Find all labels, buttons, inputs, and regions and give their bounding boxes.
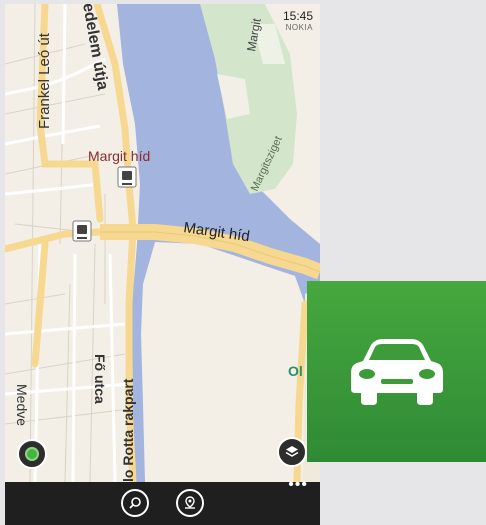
- car-icon: [350, 338, 443, 405]
- map-layers-button[interactable]: [277, 437, 307, 467]
- tram-stop-icon[interactable]: [72, 220, 92, 242]
- drive-app-tile[interactable]: [307, 281, 486, 462]
- station-label-margit-hid: Margit híd: [88, 148, 150, 164]
- places-button[interactable]: [176, 489, 204, 517]
- street-label-medve: Medve: [14, 384, 30, 426]
- location-pin-icon: [185, 496, 195, 509]
- phone-screen: Frankel Leó út edelem útja Margit híd Ma…: [5, 4, 320, 525]
- app-bar: •••: [5, 477, 320, 525]
- street-label-fo-utca: Fő utca: [92, 354, 108, 404]
- location-dot-icon: [25, 447, 39, 461]
- status-bar: 15:45 NOKIA: [283, 10, 313, 32]
- poi-label-ol: Ol: [288, 363, 303, 379]
- more-menu-button[interactable]: •••: [288, 477, 308, 493]
- search-icon: [129, 497, 141, 509]
- street-label-rotta: lo Rotta rakpart: [120, 378, 136, 482]
- map-view[interactable]: Frankel Leó út edelem útja Margit híd Ma…: [5, 4, 320, 482]
- clock: 15:45: [282, 9, 313, 23]
- street-label-frankel: Frankel Leó út: [36, 32, 53, 129]
- my-location-button[interactable]: [17, 439, 47, 469]
- carrier-brand: NOKIA: [285, 23, 313, 32]
- layers-icon: [285, 446, 299, 457]
- tram-stop-icon[interactable]: [117, 166, 137, 188]
- search-button[interactable]: [121, 489, 149, 517]
